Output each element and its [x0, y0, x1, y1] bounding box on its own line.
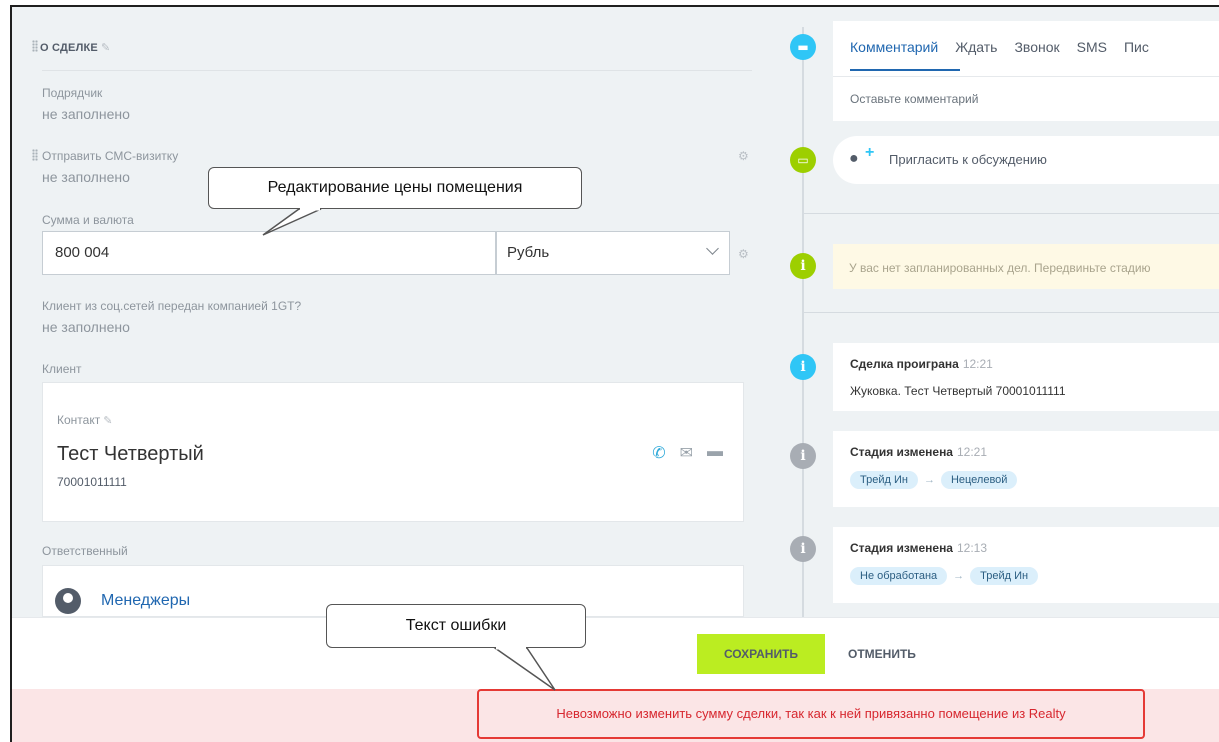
- discussion-icon: ▭: [790, 147, 816, 173]
- info-icon: i: [790, 354, 816, 380]
- pencil-icon[interactable]: ✎: [101, 41, 110, 54]
- tab-wait[interactable]: Ждать: [955, 39, 997, 55]
- tab-comment[interactable]: Комментарий: [850, 39, 938, 55]
- arrow-right-icon: →: [923, 474, 935, 486]
- event-deal-lost: Сделка проиграна 12:21 Жуковка. Тест Четв…: [833, 343, 1219, 411]
- error-message: Невозможно изменить сумму сделки, так ка…: [477, 689, 1145, 739]
- callout-pointer: [262, 207, 322, 236]
- info-icon: i: [790, 443, 816, 469]
- social-label: Клиент из соц.сетей передан компанией 1G…: [42, 299, 302, 313]
- cancel-button[interactable]: ОТМЕНИТЬ: [838, 634, 926, 674]
- callout-price-edit: Редактирование цены помещения: [208, 167, 582, 236]
- event-time: 12:21: [956, 445, 988, 459]
- crm-deal-window: О СДЕЛКЕ ✎ Подрядчик не заполнено Отправи…: [10, 5, 1219, 742]
- event-time: 12:13: [956, 541, 988, 555]
- activity-tabs: Комментарий Ждать Звонок SMS Пис: [850, 39, 1149, 55]
- drag-handle-icon[interactable]: [32, 149, 38, 161]
- contact-name[interactable]: Тест Четвертый: [57, 443, 204, 466]
- tab-email[interactable]: Пис: [1124, 39, 1149, 55]
- arrow-right-icon: →: [953, 570, 965, 582]
- drag-handle-icon[interactable]: [32, 40, 38, 52]
- gear-icon[interactable]: ⚙: [738, 247, 749, 261]
- event-title: Стадия изменена: [850, 541, 953, 555]
- divider: [833, 76, 1219, 77]
- gear-icon[interactable]: ⚙: [738, 149, 749, 163]
- contractor-label: Подрядчик: [42, 86, 103, 100]
- contractor-value[interactable]: не заполнено: [42, 106, 130, 122]
- stage-to-chip: Нецелевой: [940, 471, 1018, 489]
- edit-footer: СОХРАНИТЬ ОТМЕНИТЬ: [12, 617, 1219, 689]
- event-stage-changed: Стадия изменена 12:21 Трейд Ин → Нецелево…: [833, 431, 1219, 507]
- info-icon: i: [790, 253, 816, 279]
- contact-actions: ✆ ✉ ▬: [652, 443, 723, 463]
- event-text: Жуковка. Тест Четвертый 70001011111: [850, 384, 1066, 398]
- comment-input[interactable]: Оставьте комментарий: [850, 92, 978, 106]
- invite-discussion[interactable]: ● + Пригласить к обсуждению: [833, 136, 1219, 184]
- plus-icon: +: [865, 144, 875, 161]
- comment-editor: [833, 21, 1219, 121]
- chevron-down-icon: [706, 242, 719, 255]
- callout-pointer: [492, 646, 556, 691]
- callout-error-text: Текст ошибки: [326, 604, 586, 691]
- divider: [42, 70, 752, 71]
- tab-call[interactable]: Звонок: [1014, 39, 1059, 55]
- timeline-line: [802, 27, 804, 617]
- responsible-name[interactable]: Менеджеры: [101, 592, 190, 610]
- user-icon: ●: [849, 150, 859, 167]
- pencil-icon[interactable]: ✎: [103, 414, 112, 427]
- sum-input[interactable]: 800 004: [42, 231, 496, 275]
- deal-details-panel: О СДЕЛКЕ ✎ Подрядчик не заполнено Отправи…: [12, 7, 762, 617]
- event-title: Стадия изменена: [850, 445, 953, 459]
- contact-card: Контакт ✎ Тест Четвертый 70001011111 ✆ ✉ …: [42, 382, 744, 522]
- sum-label: Сумма и валюта: [42, 213, 134, 227]
- info-icon: i: [790, 536, 816, 562]
- stage-chips: Не обработана → Трейд Ин: [850, 567, 1039, 585]
- social-value[interactable]: не заполнено: [42, 319, 130, 335]
- timeline-panel: Комментарий Ждать Звонок SMS Пис Оставьт…: [762, 7, 1219, 617]
- stage-chips: Трейд Ин → Нецелевой: [850, 471, 1018, 489]
- divider: [804, 312, 1219, 313]
- invite-label: Пригласить к обсуждению: [889, 152, 1047, 167]
- event-time: 12:21: [962, 357, 993, 371]
- stage-to-chip: Трейд Ин: [970, 567, 1039, 585]
- avatar-icon: [55, 588, 81, 614]
- stage-from-chip: Не обработана: [850, 567, 948, 585]
- divider: [804, 213, 1219, 214]
- tab-sms[interactable]: SMS: [1077, 39, 1107, 55]
- currency-value: Рубль: [507, 244, 550, 261]
- sms-value[interactable]: не заполнено: [42, 169, 130, 185]
- section-title: О СДЕЛКЕ ✎: [40, 41, 111, 54]
- comment-icon: ▬: [790, 34, 816, 60]
- phone-icon[interactable]: ✆: [652, 443, 665, 463]
- stage-from-chip: Трейд Ин: [850, 471, 918, 489]
- mail-icon[interactable]: ✉: [680, 443, 693, 463]
- event-stage-changed: Стадия изменена 12:13 Не обработана → Тре…: [833, 527, 1219, 603]
- chat-icon[interactable]: ▬: [707, 443, 723, 463]
- client-label: Клиент: [42, 362, 82, 376]
- currency-select[interactable]: Рубль: [496, 231, 730, 275]
- event-title: Сделка проиграна: [850, 357, 959, 371]
- contact-phone[interactable]: 70001011111: [57, 475, 127, 489]
- contact-label: Контакт ✎: [57, 413, 113, 427]
- responsible-label: Ответственный: [42, 544, 128, 558]
- save-button[interactable]: СОХРАНИТЬ: [697, 634, 825, 674]
- planned-notice: У вас нет запланированных дел. Передвинь…: [833, 244, 1219, 289]
- active-tab-indicator: [850, 69, 960, 71]
- sms-label: Отправить СМС-визитку: [42, 149, 179, 163]
